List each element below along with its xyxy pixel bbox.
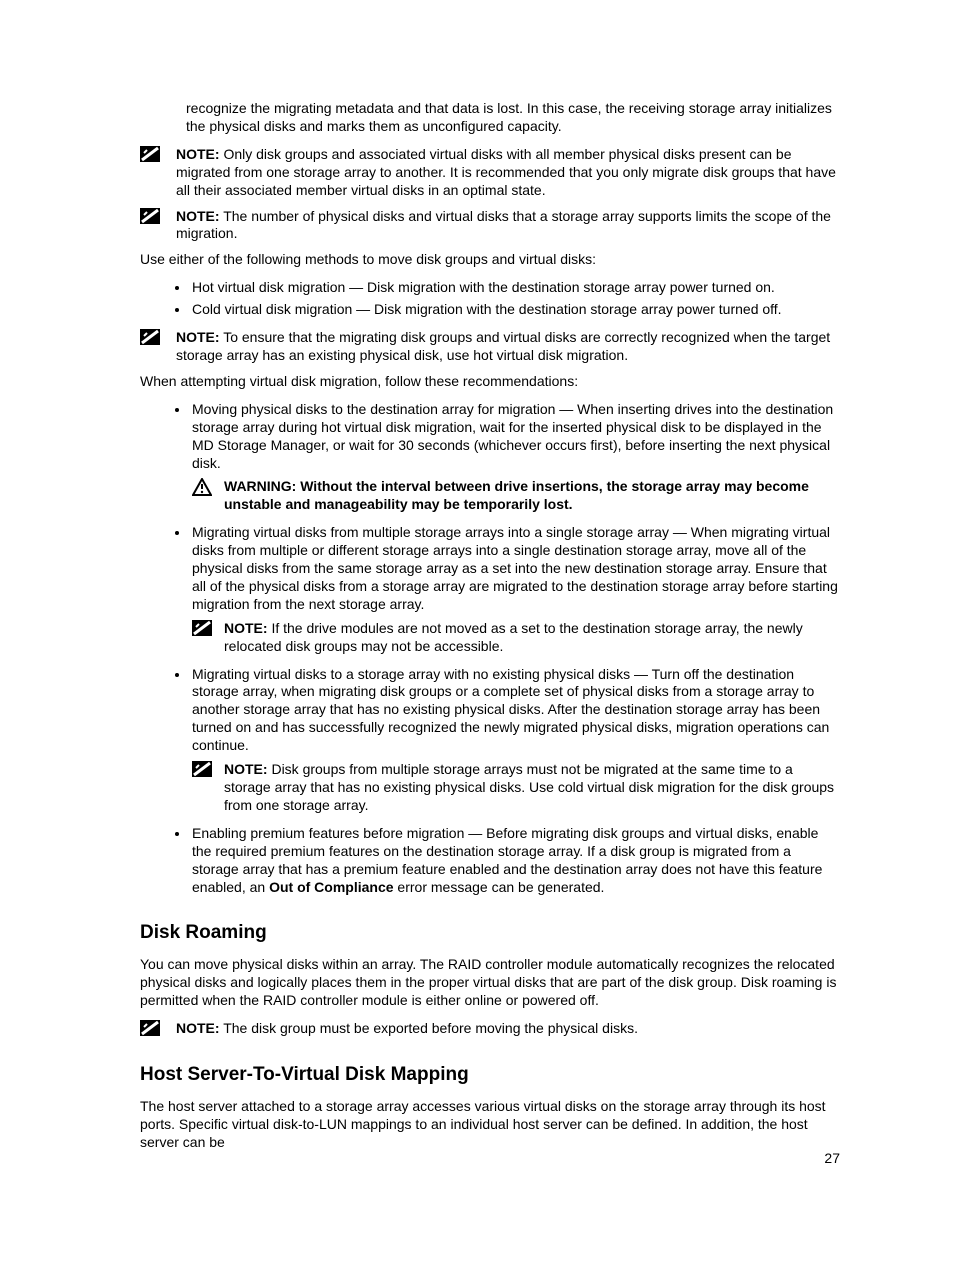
disk-roaming-body: You can move physical disks within an ar… (140, 956, 840, 1010)
heading-disk-roaming: Disk Roaming (140, 922, 840, 944)
note-body: The number of physical disks and virtual… (176, 208, 831, 242)
note-icon (192, 761, 214, 779)
note-text: NOTE: Only disk groups and associated vi… (176, 146, 840, 200)
note-label: NOTE: (224, 620, 268, 636)
warning-body: Without the interval between drive inser… (224, 478, 809, 512)
note-block: NOTE: To ensure that the migrating disk … (140, 329, 840, 365)
note-label: NOTE: (176, 1020, 220, 1036)
methods-list: Hot virtual disk migration — Disk migrat… (170, 279, 840, 319)
host-mapping-body: The host server attached to a storage ar… (140, 1098, 840, 1152)
note-icon (140, 146, 162, 164)
rec-text-bold: Out of Compliance (269, 879, 393, 895)
page: recognize the migrating metadata and tha… (0, 0, 954, 1268)
note-label: NOTE: (176, 208, 220, 224)
note-block: NOTE: If the drive modules are not moved… (192, 620, 840, 656)
note-label: NOTE: (176, 146, 220, 162)
note-icon (192, 620, 214, 638)
note-icon (140, 1020, 162, 1038)
rec-text: Migrating virtual disks from multiple st… (192, 524, 838, 612)
list-item: Migrating virtual disks from multiple st… (190, 524, 840, 655)
note-icon (140, 329, 162, 347)
list-item: Hot virtual disk migration — Disk migrat… (190, 279, 840, 297)
note-body: Disk groups from multiple storage arrays… (224, 761, 834, 813)
warning-icon (192, 478, 214, 496)
rec-text: Migrating virtual disks to a storage arr… (192, 666, 829, 754)
intro-methods: Use either of the following methods to m… (140, 251, 840, 269)
note-text: NOTE: To ensure that the migrating disk … (176, 329, 840, 365)
note-text: NOTE: The number of physical disks and v… (176, 208, 840, 244)
note-block: NOTE: Disk groups from multiple storage … (192, 761, 840, 815)
note-block: NOTE: The number of physical disks and v… (140, 208, 840, 244)
note-label: NOTE: (224, 761, 268, 777)
note-body: If the drive modules are not moved as a … (224, 620, 803, 654)
list-item: Migrating virtual disks to a storage arr… (190, 666, 840, 815)
note-body: The disk group must be exported before m… (220, 1020, 638, 1036)
note-block: NOTE: The disk group must be exported be… (140, 1020, 840, 1038)
note-body: Only disk groups and associated virtual … (176, 146, 836, 198)
note-label: NOTE: (176, 329, 220, 345)
warning-block: WARNING: Without the interval between dr… (192, 478, 840, 514)
note-icon (140, 208, 162, 226)
note-text: NOTE: The disk group must be exported be… (176, 1020, 840, 1038)
list-item: Cold virtual disk migration — Disk migra… (190, 301, 840, 319)
rec-text: Moving physical disks to the destination… (192, 401, 833, 471)
warning-label: WARNING: (224, 478, 300, 494)
recommendations-list: Moving physical disks to the destination… (170, 401, 840, 897)
list-item: Moving physical disks to the destination… (190, 401, 840, 514)
rec-text-post: error message can be generated. (394, 879, 605, 895)
continuation-paragraph: recognize the migrating metadata and tha… (186, 100, 840, 136)
page-number: 27 (824, 1150, 840, 1166)
note-block: NOTE: Only disk groups and associated vi… (140, 146, 840, 200)
heading-host-mapping: Host Server-To-Virtual Disk Mapping (140, 1064, 840, 1086)
recommendations-intro: When attempting virtual disk migration, … (140, 373, 840, 391)
note-body: To ensure that the migrating disk groups… (176, 329, 830, 363)
list-item: Enabling premium features before migrati… (190, 825, 840, 897)
